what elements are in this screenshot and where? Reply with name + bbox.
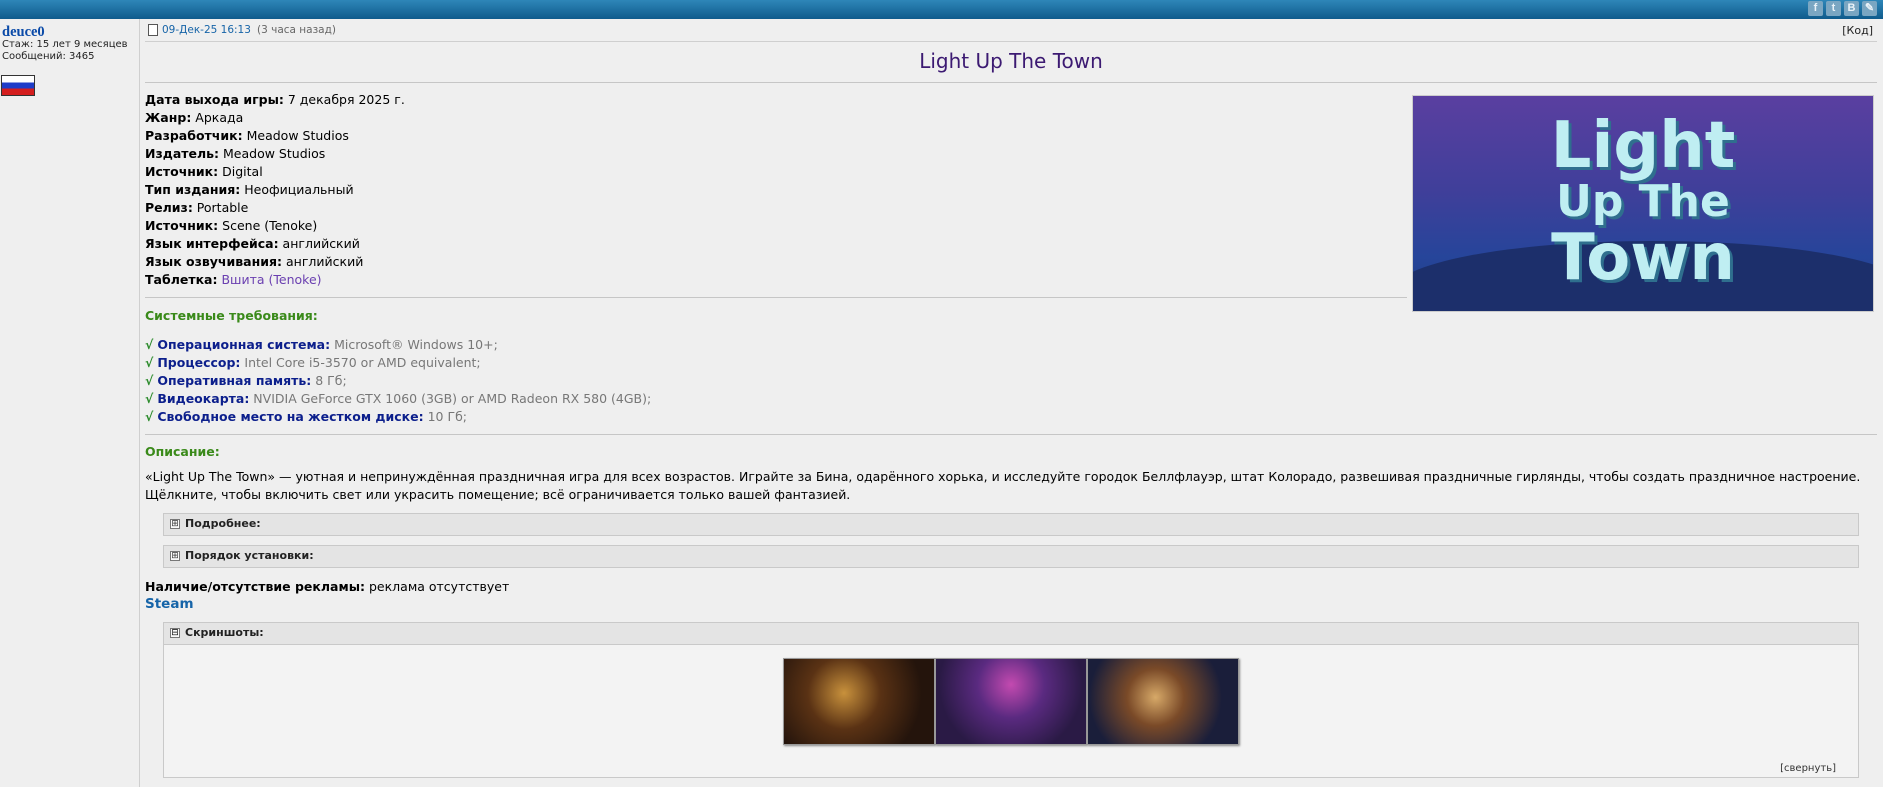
check-icon: √ [145, 337, 154, 352]
spoiler-details[interactable]: ⊞ Подробнее: [163, 513, 1859, 536]
req-label: Свободное место на жестком диске: [157, 409, 424, 424]
info-interface-language: Язык интерфейса: английский [145, 236, 360, 251]
info-label: Источник: [145, 218, 219, 233]
expand-icon: ⊞ [170, 519, 180, 529]
info-label: Разработчик: [145, 128, 243, 143]
collapse-icon: ⊟ [170, 628, 180, 638]
info-value: Portable [192, 200, 249, 215]
info-label: Тип издания: [145, 182, 241, 197]
social-share-icons: f t B ✎ [1808, 1, 1877, 16]
info-genre: Жанр: Аркада [145, 110, 243, 125]
post-relative-time: (3 часа назад) [257, 24, 336, 36]
game-cover-image: Light Up The Town [1412, 95, 1874, 312]
info-scene-source: Источник: Scene (Tenoke) [145, 218, 317, 233]
post-body: 09-Дек-25 16:13 (3 часа назад) [Код] Lig… [145, 19, 1877, 787]
req-label: Операционная система: [157, 337, 331, 352]
info-release: Релиз: Portable [145, 200, 248, 215]
info-divider [145, 297, 1407, 298]
req-disk: √ Свободное место на жестком диске: 10 Г… [145, 409, 467, 424]
title-divider [145, 82, 1877, 83]
ads-info: Наличие/отсутствие рекламы: реклама отсу… [145, 579, 509, 594]
info-value: Digital [218, 164, 263, 179]
screenshot-thumbnail[interactable] [1087, 658, 1239, 745]
cover-logo-line2: Up The [1556, 176, 1730, 227]
info-value: Неофициальный [240, 182, 354, 197]
info-value: английский [278, 236, 360, 251]
twitter-icon[interactable]: t [1826, 1, 1841, 16]
info-publisher: Издатель: Meadow Studios [145, 146, 325, 161]
req-value: Microsoft® Windows 10+; [330, 337, 498, 352]
info-value: английский [282, 254, 364, 269]
post-document-icon [148, 24, 158, 36]
info-label: Источник: [145, 164, 219, 179]
expand-icon: ⊞ [170, 551, 180, 561]
vk-icon[interactable]: B [1844, 1, 1859, 16]
info-crack: Таблетка: Вшита (Tenoke) [145, 272, 322, 287]
req-value: 10 Гб; [423, 409, 468, 424]
info-label: Релиз: [145, 200, 193, 215]
info-label: Язык интерфейса: [145, 236, 279, 251]
info-developer: Разработчик: Meadow Studios [145, 128, 349, 143]
russia-flag-icon [1, 75, 35, 96]
info-edition-type: Тип издания: Неофициальный [145, 182, 354, 197]
req-gpu: √ Видеокарта: NVIDIA GeForce GTX 1060 (3… [145, 391, 651, 406]
sysreq-divider [145, 434, 1877, 435]
req-label: Процессор: [157, 355, 241, 370]
req-os: √ Операционная система: Microsoft® Windo… [145, 337, 498, 352]
check-icon: √ [145, 355, 154, 370]
facebook-icon[interactable]: f [1808, 1, 1823, 16]
check-icon: √ [145, 409, 154, 424]
info-label: Жанр: [145, 110, 192, 125]
check-icon: √ [145, 391, 154, 406]
spoiler-details-label: Подробнее: [185, 517, 261, 530]
spoiler-installation[interactable]: ⊞ Порядок установки: [163, 545, 1859, 568]
req-label: Видеокарта: [157, 391, 250, 406]
code-button[interactable]: [Код] [1842, 24, 1873, 37]
info-release-date: Дата выхода игры: 7 декабря 2025 г. [145, 92, 405, 107]
sysreq-heading: Системные требования: [145, 308, 318, 323]
info-value: Meadow Studios [242, 128, 349, 143]
screenshots-label: Скриншоты: [185, 626, 264, 639]
post-header: 09-Дек-25 16:13 (3 часа назад) [Код] [145, 19, 1877, 42]
info-voice-language: Язык озвучивания: английский [145, 254, 363, 269]
screenshots-header[interactable]: ⊟ Скриншоты: [164, 623, 1858, 645]
description-heading: Описание: [145, 444, 220, 459]
user-post-count: Сообщений: 3465 [2, 51, 95, 62]
req-value: 8 Гб; [311, 373, 347, 388]
info-label: Дата выхода игры: [145, 92, 284, 107]
info-label: Издатель: [145, 146, 220, 161]
ads-label: Наличие/отсутствие рекламы: [145, 579, 366, 594]
post-title: Light Up The Town [919, 49, 1103, 73]
ads-value: реклама отсутствует [365, 579, 510, 594]
info-value: 7 декабря 2025 г. [283, 92, 405, 107]
screenshots-spoiler: ⊟ Скриншоты: [свернуть] [163, 622, 1859, 778]
info-label: Язык озвучивания: [145, 254, 283, 269]
collapse-link[interactable]: [свернуть] [1780, 763, 1836, 774]
cover-logo: Light Up The Town [1413, 114, 1873, 290]
check-icon: √ [145, 373, 154, 388]
other-share-icon[interactable]: ✎ [1862, 1, 1877, 16]
cover-logo-line1: Light [1550, 109, 1736, 183]
user-stage: Стаж: 15 лет 9 месяцев [2, 39, 128, 50]
top-bar: f t B ✎ [0, 0, 1883, 19]
screenshot-thumbnail[interactable] [935, 658, 1087, 745]
user-profile-column: deuce0 Стаж: 15 лет 9 месяцев Сообщений:… [0, 19, 140, 787]
info-value: Meadow Studios [219, 146, 326, 161]
description-text: «Light Up The Town» — уютная и непринужд… [145, 469, 1861, 502]
req-cpu: √ Процессор: Intel Core i5-3570 or AMD e… [145, 355, 481, 370]
info-value: Scene (Tenoke) [218, 218, 318, 233]
steam-link[interactable]: Steam [145, 596, 194, 612]
post-date-link[interactable]: 09-Дек-25 16:13 [162, 24, 251, 36]
info-label: Таблетка: [145, 272, 218, 287]
cover-logo-line3: Town [1551, 221, 1735, 295]
info-value: Аркада [191, 110, 244, 125]
req-label: Оперативная память: [157, 373, 312, 388]
crack-link[interactable]: Вшита (Tenoke) [218, 272, 321, 287]
info-source: Источник: Digital [145, 164, 263, 179]
screenshot-thumbnail[interactable] [783, 658, 935, 745]
req-ram: √ Оперативная память: 8 Гб; [145, 373, 347, 388]
spoiler-installation-label: Порядок установки: [185, 549, 314, 562]
req-value: NVIDIA GeForce GTX 1060 (3GB) or AMD Rad… [249, 391, 652, 406]
req-value: Intel Core i5-3570 or AMD equivalent; [240, 355, 481, 370]
